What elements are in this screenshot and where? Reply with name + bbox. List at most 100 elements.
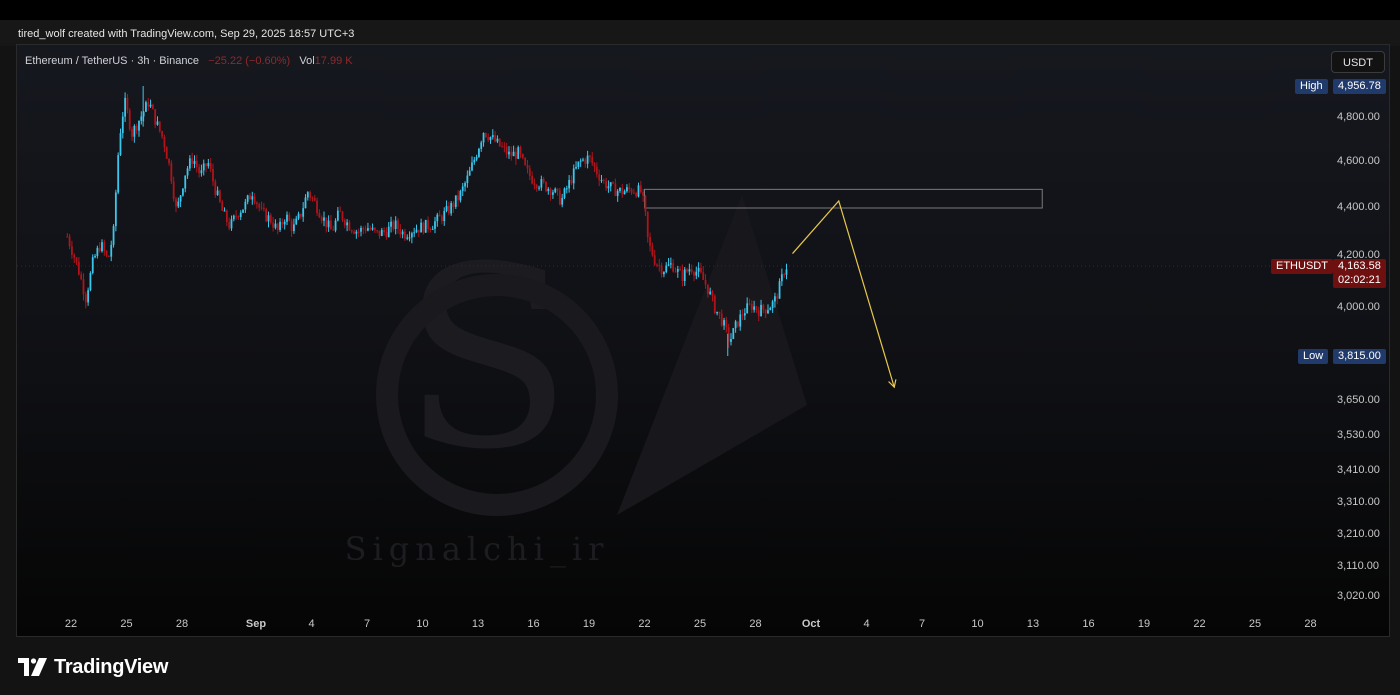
chart-panel[interactable]: S Signalchi_ir Ethereum / TetherUS · 3h ·… xyxy=(16,44,1390,637)
chart-canvas[interactable]: S Signalchi_ir xyxy=(17,45,1390,637)
candle-body xyxy=(695,271,698,276)
created-by-text: tired_wolf created with TradingView.com,… xyxy=(18,28,355,40)
candle-body xyxy=(82,279,85,295)
candle-body xyxy=(68,236,71,247)
candle-body xyxy=(443,210,446,222)
high-tag-label: High xyxy=(1295,79,1328,94)
candle-body xyxy=(690,269,693,273)
candle-body xyxy=(126,97,129,111)
candle-body xyxy=(327,220,330,228)
price-tick-label: 4,800.00 xyxy=(1337,111,1380,123)
candle-body xyxy=(311,197,314,199)
date-tick-label: 16 xyxy=(527,618,540,630)
candle-body xyxy=(293,224,295,232)
symbol-price-tag: ETHUSDT xyxy=(1271,259,1333,274)
candle-body xyxy=(216,190,219,195)
candle-body xyxy=(376,230,379,232)
candle-body xyxy=(540,179,543,188)
candle-body xyxy=(276,223,279,230)
volume-value: 17.99 K xyxy=(314,55,353,67)
candle-body xyxy=(521,153,524,158)
candle-body xyxy=(681,270,684,282)
candle-body xyxy=(415,229,418,233)
candle-body xyxy=(385,232,388,238)
candle-body xyxy=(323,217,325,221)
candle-body xyxy=(172,181,175,199)
date-tick-label: 10 xyxy=(971,618,984,630)
tradingview-logo[interactable]: TradingView xyxy=(18,655,168,679)
candle-body xyxy=(182,188,184,196)
date-tick-label: 28 xyxy=(1304,618,1317,630)
candle-body xyxy=(198,167,201,174)
candle-body xyxy=(526,165,529,169)
watermark-letter-s: S xyxy=(401,213,572,504)
date-tick-label: 22 xyxy=(64,618,78,630)
candle-body xyxy=(676,268,679,272)
candle-body xyxy=(778,281,781,299)
price-tick-label: 4,400.00 xyxy=(1337,201,1380,213)
candle-body xyxy=(249,195,251,200)
candle-body xyxy=(674,271,677,273)
candle-body xyxy=(739,314,742,327)
date-tick-label: 13 xyxy=(1026,618,1040,630)
candle-body xyxy=(746,303,749,314)
candle-body xyxy=(77,261,80,275)
date-tick-label: 25 xyxy=(693,618,707,630)
candle-body xyxy=(593,163,596,167)
candle-body xyxy=(774,296,776,302)
candle-body xyxy=(505,146,508,155)
candle-body xyxy=(626,187,628,192)
candle-body xyxy=(732,328,735,339)
date-tick-label: 19 xyxy=(1137,618,1151,630)
candle-body xyxy=(700,267,702,273)
candle-body xyxy=(410,233,413,238)
candle-body xyxy=(686,269,688,272)
candle-body xyxy=(71,246,73,255)
candle-body xyxy=(309,192,312,198)
candle-body xyxy=(175,198,177,207)
price-tick-label: 4,600.00 xyxy=(1337,155,1380,167)
candle-body xyxy=(420,222,423,233)
candle-body xyxy=(431,228,434,230)
low-tag-value: 3,815.00 xyxy=(1333,349,1386,364)
candle-body xyxy=(103,242,106,252)
candle-body xyxy=(484,132,487,138)
candle-body xyxy=(397,220,399,229)
candle-body xyxy=(362,227,365,230)
candle-body xyxy=(459,190,462,201)
currency-unit-button[interactable]: USDT xyxy=(1331,51,1385,73)
candle-body xyxy=(316,200,318,214)
candle-body xyxy=(496,138,499,142)
candle-body xyxy=(734,321,737,329)
candle-body xyxy=(401,231,404,235)
candle-body xyxy=(480,142,483,149)
candle-body xyxy=(457,195,460,201)
candle-body xyxy=(589,155,591,157)
candle-body xyxy=(577,161,580,168)
candle-body xyxy=(429,228,432,230)
candle-body xyxy=(406,237,409,239)
candle-body xyxy=(748,303,751,305)
candle-body xyxy=(473,159,476,163)
candle-body xyxy=(531,175,534,184)
candle-body xyxy=(304,197,307,209)
candle-body xyxy=(482,132,485,143)
candle-body xyxy=(515,151,517,159)
date-tick-label: 28 xyxy=(175,618,189,630)
candle-body xyxy=(447,205,450,214)
candle-body xyxy=(561,197,564,205)
candle-body xyxy=(667,264,670,266)
candle-body xyxy=(147,102,150,107)
top-strip xyxy=(0,0,1400,20)
candle-body xyxy=(117,155,120,193)
candle-body xyxy=(360,227,362,232)
candle-body xyxy=(256,202,258,205)
candle-body xyxy=(688,269,691,272)
candle-body xyxy=(639,185,642,192)
symbol-legend[interactable]: Ethereum / TetherUS · 3h · Binance −25.2… xyxy=(25,55,353,67)
candle-body xyxy=(214,181,217,195)
candle-body xyxy=(75,257,78,262)
candle-body xyxy=(552,192,554,195)
candle-body xyxy=(600,180,603,182)
candle-body xyxy=(343,219,346,226)
